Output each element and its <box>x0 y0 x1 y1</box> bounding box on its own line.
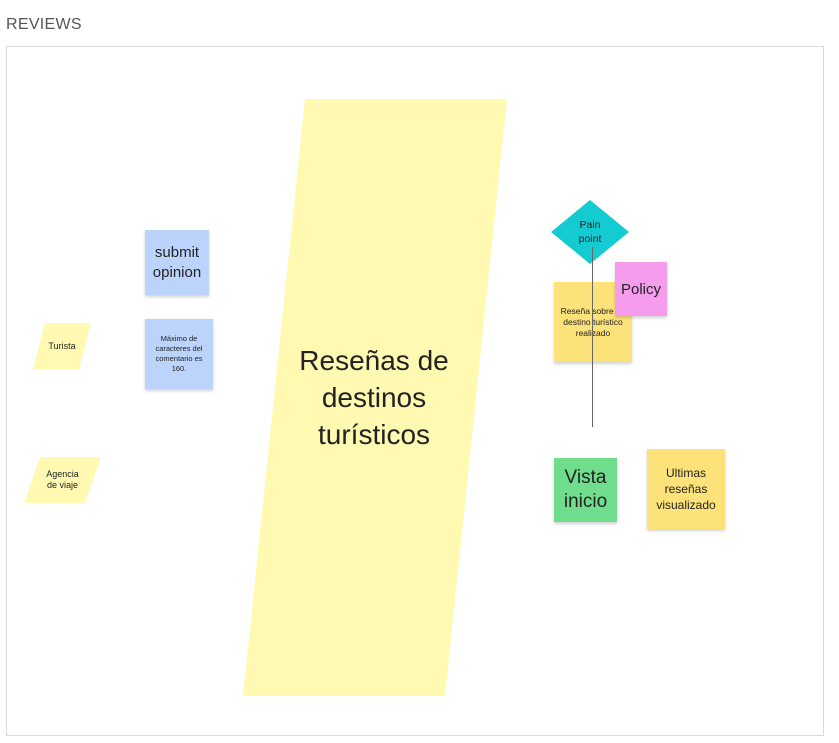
sticky-note-policy[interactable]: Policy <box>615 262 667 316</box>
sticky-note-ultimas-resenas[interactable]: Ultimas reseñas visualizado <box>647 449 725 529</box>
whiteboard-canvas[interactable]: Reseñas de destinos turísticos Turista A… <box>6 46 824 736</box>
actor-agencia-de-viaje[interactable]: Agencia de viaje <box>24 457 101 503</box>
policy-text: Policy <box>620 280 661 298</box>
sticky-note-vista-inicio[interactable]: Vista inicio <box>554 458 617 522</box>
pain-point-diamond[interactable]: Pain point <box>551 200 629 264</box>
vista-inicio-text: Vista inicio <box>563 467 608 512</box>
actor-turista-label: Turista <box>48 340 76 351</box>
ultimas-resenas-text: Ultimas reseñas visualizado <box>656 466 716 512</box>
sticky-note-submit-opinion[interactable]: submit opinion <box>145 230 209 295</box>
sticky-note-max-characters[interactable]: Máximo de caracteres del comentario es 1… <box>145 319 213 389</box>
connector-line[interactable] <box>592 247 593 427</box>
submit-opinion-text: submit opinion <box>152 243 202 281</box>
max-characters-text: Máximo de caracteres del comentario es 1… <box>155 334 203 373</box>
main-topic-label: Reseñas de destinos turísticos <box>299 345 449 450</box>
section-title: REVIEWS <box>6 16 82 33</box>
actor-turista[interactable]: Turista <box>33 323 91 369</box>
main-topic-parallelogram[interactable]: Reseñas de destinos turísticos <box>243 99 507 696</box>
actor-agencia-label: Agencia de viaje <box>46 469 79 490</box>
pain-point-text: Pain point <box>578 219 602 245</box>
